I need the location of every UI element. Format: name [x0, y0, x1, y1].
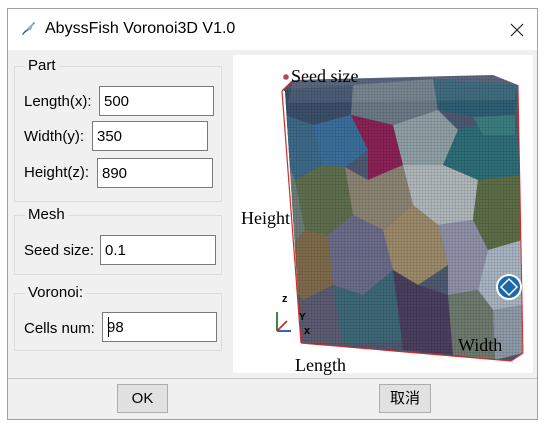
axis-triad-icon	[276, 312, 291, 332]
axis-x-label: x	[304, 325, 311, 337]
feather-pen-icon	[22, 22, 35, 35]
length-caption: Length	[295, 355, 346, 375]
cells-num-label: Cells num:	[24, 320, 95, 337]
text-cursor	[108, 317, 109, 337]
seed-size-label: Seed size:	[24, 242, 95, 259]
width-input[interactable]	[92, 121, 208, 151]
length-input[interactable]	[99, 86, 214, 116]
title-bar[interactable]: AbyssFish Voronoi3D V1.0	[8, 9, 537, 50]
emblem-icon	[496, 274, 522, 300]
ok-button[interactable]: OK	[117, 384, 168, 413]
seed-size-input[interactable]	[100, 235, 216, 265]
axis-y-label: Y	[299, 312, 306, 323]
voronoi-illustration: Seed size Height Length Width z Y x	[233, 55, 533, 375]
close-button[interactable]	[497, 11, 537, 49]
height-label: Height(z):	[24, 164, 90, 181]
seed-dot	[283, 74, 289, 80]
voronoi-group-title: Voronoi:	[25, 284, 87, 302]
axis-z-label: z	[282, 293, 288, 305]
footer-separator	[8, 378, 537, 379]
close-icon	[510, 23, 524, 37]
mesh-group-title: Mesh	[25, 206, 68, 224]
dialog-window: AbyssFish Voronoi3D V1.0 Part Length(x):…	[7, 8, 538, 420]
length-label: Length(x):	[24, 93, 92, 110]
cells-num-input[interactable]	[102, 312, 217, 342]
window-title: AbyssFish Voronoi3D V1.0	[45, 20, 236, 37]
height-input[interactable]	[97, 158, 213, 188]
seed-size-caption: Seed size	[291, 66, 359, 86]
width-caption: Width	[458, 335, 503, 355]
width-label: Width(y):	[24, 128, 84, 145]
height-caption: Height	[241, 208, 290, 228]
part-group-title: Part	[25, 57, 59, 75]
cancel-button[interactable]: 取消	[379, 384, 431, 413]
